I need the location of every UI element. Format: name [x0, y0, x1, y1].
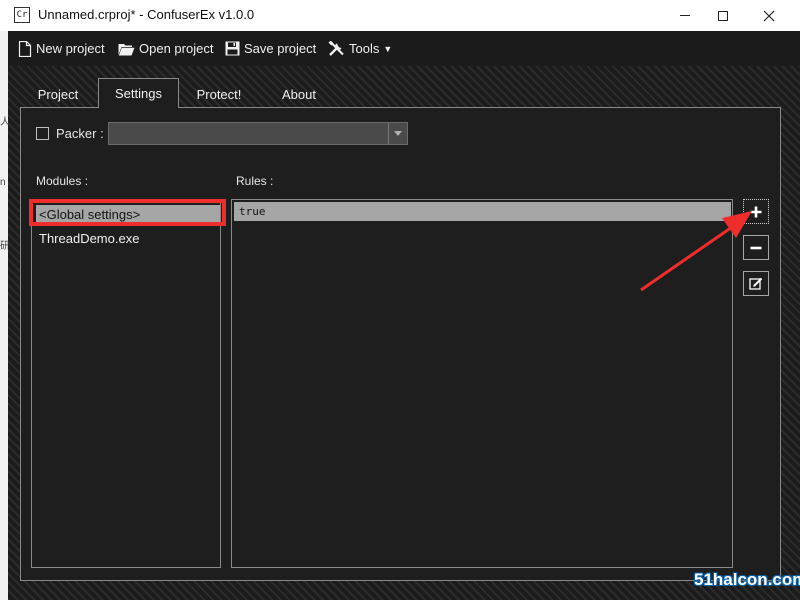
save-icon	[225, 41, 240, 56]
folder-open-icon	[118, 43, 135, 55]
edit-icon	[749, 277, 763, 290]
rules-label: Rules :	[236, 174, 274, 188]
tab-protect[interactable]: Protect!	[181, 80, 257, 108]
edit-rule-button[interactable]	[743, 271, 769, 296]
modules-label: Modules :	[36, 174, 89, 188]
plus-icon	[750, 206, 762, 217]
modules-list[interactable]: <Global settings> ThreadDemo.exe	[31, 199, 221, 568]
dropdown-arrow-icon[interactable]	[388, 123, 407, 144]
save-project-label: Save project	[244, 41, 317, 56]
close-icon	[763, 10, 775, 21]
chevron-down-icon: ▼	[383, 43, 393, 54]
rule-item[interactable]: true	[234, 202, 731, 221]
minus-icon	[750, 246, 762, 249]
background-text-fragment: n	[0, 177, 6, 188]
new-project-button[interactable]: New project	[18, 31, 105, 66]
packer-label: Packer :	[56, 126, 104, 141]
app-icon: Cr	[14, 7, 30, 23]
tab-settings[interactable]: Settings	[98, 78, 179, 108]
minimize-icon	[680, 15, 690, 16]
window-title: Unnamed.crproj* - ConfuserEx v1.0.0	[38, 7, 255, 22]
packer-checkbox[interactable]	[36, 127, 49, 140]
close-button[interactable]	[746, 0, 792, 31]
tab-about[interactable]: About	[263, 80, 335, 108]
tools-menu-button[interactable]: Tools ▼	[328, 31, 392, 66]
rules-list[interactable]: true	[231, 199, 733, 568]
new-project-label: New project	[36, 41, 105, 56]
tab-project[interactable]: Project	[20, 80, 96, 108]
maximize-button[interactable]	[700, 0, 746, 31]
open-project-button[interactable]: Open project	[118, 31, 213, 66]
annotation-highlight-box	[29, 199, 226, 226]
packer-dropdown[interactable]	[108, 122, 408, 145]
maximize-icon	[718, 10, 728, 21]
toolbar: New project Open project Save project To…	[8, 31, 800, 66]
save-project-button[interactable]: Save project	[225, 31, 316, 66]
title-bar: Cr Unnamed.crproj* - ConfuserEx v1.0.0	[0, 0, 800, 31]
tools-icon	[328, 40, 344, 56]
tools-label: Tools	[349, 41, 380, 56]
remove-rule-button[interactable]	[743, 235, 769, 260]
add-rule-button[interactable]	[743, 199, 769, 224]
watermark: 51halcon.com	[694, 570, 800, 589]
module-item-threaddemo[interactable]: ThreadDemo.exe	[36, 229, 220, 248]
open-project-label: Open project	[139, 41, 214, 56]
background-window-edge: 人 n 研	[0, 31, 10, 600]
new-file-icon	[18, 40, 32, 57]
